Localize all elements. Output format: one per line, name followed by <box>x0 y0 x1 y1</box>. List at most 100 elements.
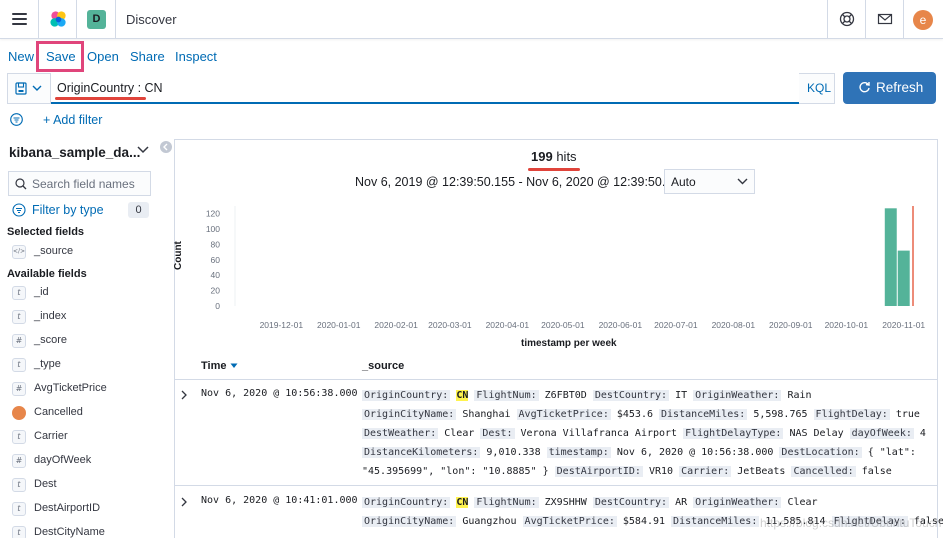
number-field-icon: # <box>12 454 26 468</box>
histogram-bar <box>884 208 897 306</box>
field-value: false <box>855 466 892 477</box>
user-avatar[interactable]: e <box>913 10 933 30</box>
help-icon[interactable] <box>839 11 855 27</box>
doc-source: OriginCountry: CN FlightNum: Z6FBT0D Des… <box>362 386 926 481</box>
field-value: VR10 <box>642 466 680 477</box>
field-item[interactable]: # AvgTicketPrice <box>12 380 152 398</box>
interval-select[interactable]: Auto <box>664 169 755 194</box>
index-pattern-selector[interactable]: kibana_sample_da... <box>9 145 140 160</box>
y-tick-label: 120 <box>206 209 220 219</box>
field-name: DestAirportID <box>34 502 101 514</box>
field-key: OriginCountry: <box>362 390 451 401</box>
mail-icon[interactable] <box>877 11 893 27</box>
field-item[interactable]: Cancelled <box>12 404 152 422</box>
field-item[interactable]: t DestAirportID <box>12 500 152 518</box>
field-value: Guangzhou <box>456 516 523 527</box>
y-tick-label: 60 <box>211 255 221 265</box>
field-key: DistanceKilometers: <box>362 447 481 458</box>
field-value: $584.91 <box>616 516 672 527</box>
string-field-icon: t <box>12 310 26 324</box>
x-tick-label: 2020-06-01 <box>599 320 643 330</box>
filter-count-badge: 0 <box>128 202 149 218</box>
field-item[interactable]: # dayOfWeek <box>12 452 152 470</box>
filter-icon[interactable] <box>12 203 26 217</box>
histogram-chart[interactable]: 0 20 40 60 80 100 120 2019-12-01 2020-01-01 2020-… <box>195 200 925 330</box>
save-highlight-box <box>36 41 84 72</box>
string-field-icon: t <box>12 526 26 538</box>
kql-toggle[interactable]: KQL <box>807 81 831 95</box>
filter-options-icon[interactable] <box>10 113 23 126</box>
string-field-icon: t <box>12 478 26 492</box>
doc-source-line: DistanceKilometers: 9,010.338 timestamp:… <box>362 443 916 462</box>
add-filter-button[interactable]: + Add filter <box>43 113 102 127</box>
x-tick-label: 2019-12-01 <box>260 320 304 330</box>
x-tick-label: 2020-05-01 <box>541 320 585 330</box>
hits-count: 199 hits <box>531 149 577 164</box>
time-column-header[interactable]: Time <box>201 360 238 372</box>
chevron-down-icon <box>737 178 748 185</box>
search-highlight: CN <box>456 390 469 401</box>
doc-source-line: OriginCountry: CN FlightNum: ZX9SHHW Des… <box>362 493 902 512</box>
field-key: FlightDelay: <box>813 409 890 420</box>
kibana-logo-icon[interactable] <box>49 10 68 29</box>
number-field-icon: # <box>12 382 26 396</box>
field-item[interactable]: </> _source <box>12 243 152 261</box>
field-item[interactable]: # _score <box>12 332 152 350</box>
number-field-icon: # <box>12 334 26 348</box>
field-name: Dest <box>34 478 57 490</box>
histogram-bar <box>897 250 910 306</box>
field-value: JetBeats <box>731 466 792 477</box>
field-key: OriginCountry: <box>362 497 451 508</box>
search-icon <box>15 178 27 190</box>
y-tick-label: 100 <box>206 224 220 234</box>
share-link[interactable]: Share <box>130 49 165 64</box>
field-value: $453.6 <box>610 409 660 420</box>
space-avatar[interactable]: D <box>87 10 106 29</box>
sort-down-icon[interactable] <box>230 363 238 369</box>
field-item[interactable]: t _index <box>12 308 152 326</box>
field-key: FlightDelayType: <box>683 428 784 439</box>
field-item[interactable]: t Carrier <box>12 428 152 446</box>
field-key: OriginWeather: <box>693 390 782 401</box>
row-divider <box>175 485 937 486</box>
string-field-icon: t <box>12 502 26 516</box>
field-search-input[interactable]: Search field names <box>8 171 151 196</box>
field-value: 9,010.338 <box>480 447 547 458</box>
field-key: OriginCityName: <box>362 516 457 527</box>
filter-by-type-button[interactable]: Filter by type <box>32 203 104 217</box>
open-link[interactable]: Open <box>87 49 119 64</box>
string-field-icon: t <box>12 430 26 444</box>
field-name: AvgTicketPrice <box>34 382 107 394</box>
time-range-text: Nov 6, 2019 @ 12:39:50.155 - Nov 6, 2020… <box>355 175 687 189</box>
field-item[interactable]: t DestCityName <box>12 524 152 538</box>
header-divider <box>115 0 116 39</box>
menu-icon[interactable] <box>12 13 27 25</box>
field-key: Cancelled: <box>791 466 856 477</box>
interval-value: Auto <box>671 175 696 189</box>
saved-query-button[interactable] <box>7 73 51 104</box>
chevron-down-icon[interactable] <box>137 146 149 154</box>
query-input[interactable] <box>51 73 799 104</box>
source-column-header: _source <box>362 360 405 372</box>
field-name: _source <box>34 245 74 257</box>
expand-row-icon[interactable] <box>180 495 188 510</box>
inspect-link[interactable]: Inspect <box>175 49 217 64</box>
header-divider <box>827 0 828 39</box>
expand-row-icon[interactable] <box>180 388 188 403</box>
field-item[interactable]: t Dest <box>12 476 152 494</box>
field-value: Rain <box>781 390 812 401</box>
collapse-sidebar-icon[interactable] <box>160 141 172 153</box>
field-key: timestamp: <box>546 447 611 458</box>
field-name: _index <box>34 310 67 322</box>
field-name: _score <box>34 334 68 346</box>
refresh-button[interactable]: Refresh <box>843 72 936 104</box>
field-name: _type <box>34 358 61 370</box>
x-tick-label: 2020-01-01 <box>317 320 361 330</box>
field-item[interactable]: t _id <box>12 284 152 302</box>
new-link[interactable]: New <box>8 49 34 64</box>
field-item[interactable]: t _type <box>12 356 152 374</box>
x-tick-label: 2020-04-01 <box>486 320 530 330</box>
x-tick-label: 2020-10-01 <box>825 320 869 330</box>
field-name: _id <box>34 286 49 298</box>
y-tick-label: 20 <box>211 286 221 296</box>
